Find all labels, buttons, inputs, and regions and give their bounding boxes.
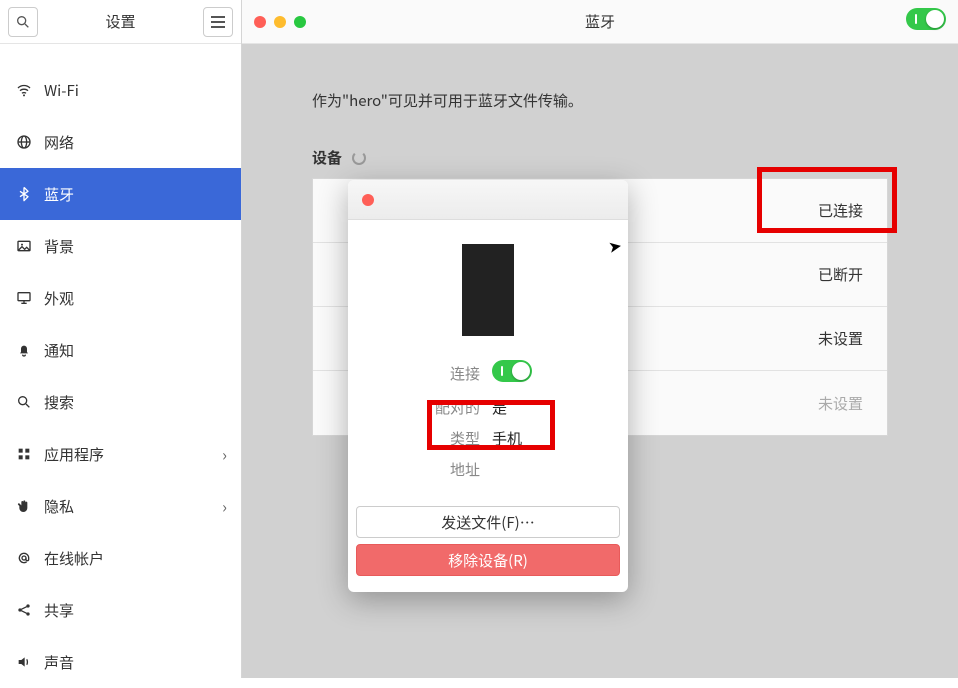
page-title: 蓝牙 xyxy=(585,11,615,32)
share-icon xyxy=(14,602,34,618)
sidebar-item-privacy[interactable]: 隐私 › xyxy=(0,480,241,532)
type-label: 类型 xyxy=(428,428,480,449)
minimize-window-button[interactable] xyxy=(274,16,286,28)
remove-device-button[interactable]: 移除设备(R) xyxy=(356,544,620,576)
image-icon xyxy=(14,238,34,254)
device-status: 已连接 xyxy=(818,200,863,221)
search-button[interactable] xyxy=(8,7,38,37)
visibility-message: 作为"hero"可见并可用于蓝牙文件传输。 xyxy=(312,90,888,111)
sidebar-item-bluetooth[interactable]: 蓝牙 xyxy=(0,168,241,220)
type-row: 类型 手机 xyxy=(368,428,608,449)
devices-heading: 设备 xyxy=(312,147,888,168)
loading-spinner-icon xyxy=(352,151,366,165)
dialog-header[interactable] xyxy=(348,180,628,220)
globe-icon xyxy=(14,134,34,150)
connection-label: 连接 xyxy=(428,363,480,384)
sidebar-item-label: Wi-Fi xyxy=(44,80,227,101)
search-icon xyxy=(15,14,31,30)
type-value: 手机 xyxy=(492,428,522,449)
device-status: 未设置 xyxy=(818,328,863,349)
sidebar-list: Wi-Fi 网络 蓝牙 背景 外观 通知 搜索 应用程序 › xyxy=(0,44,241,688)
sidebar-item-label: 声音 xyxy=(44,652,227,673)
devices-label: 设备 xyxy=(312,147,342,168)
paired-row: 配对的 是 xyxy=(368,397,608,418)
bluetooth-master-toggle[interactable] xyxy=(906,8,946,35)
sidebar-item-notifications[interactable]: 通知 xyxy=(0,324,241,376)
sidebar-item-label: 共享 xyxy=(44,600,227,621)
device-status: 已断开 xyxy=(818,264,863,285)
menu-button[interactable] xyxy=(203,7,233,37)
paired-label: 配对的 xyxy=(428,397,480,418)
dialog-body: 连接 配对的 是 类型 手机 地址 xyxy=(348,220,628,506)
settings-sidebar: 设置 Wi-Fi 网络 蓝牙 背景 外观 通知 xyxy=(0,0,242,678)
grid-icon xyxy=(14,446,34,462)
sidebar-item-label: 网络 xyxy=(44,132,227,153)
sidebar-item-network[interactable]: 网络 xyxy=(0,116,241,168)
sidebar-item-background[interactable]: 背景 xyxy=(0,220,241,272)
sidebar-item-applications[interactable]: 应用程序 › xyxy=(0,428,241,480)
sidebar-item-label: 通知 xyxy=(44,340,227,361)
sidebar-title: 设置 xyxy=(38,11,203,32)
chevron-right-icon: › xyxy=(222,442,227,466)
search-icon xyxy=(14,394,34,410)
close-window-button[interactable] xyxy=(254,16,266,28)
sidebar-item-label: 搜索 xyxy=(44,392,227,413)
sound-icon xyxy=(14,654,34,670)
sidebar-item-label: 隐私 xyxy=(44,496,222,517)
paired-value: 是 xyxy=(492,397,507,418)
connection-row: 连接 xyxy=(368,360,608,387)
sidebar-item-online-accounts[interactable]: 在线帐户 xyxy=(0,532,241,584)
sidebar-item-wifi[interactable]: Wi-Fi xyxy=(0,64,241,116)
sidebar-item-appearance[interactable]: 外观 xyxy=(0,272,241,324)
sidebar-header: 设置 xyxy=(0,0,241,44)
sidebar-item-sound[interactable]: 声音 xyxy=(0,636,241,688)
monitor-icon xyxy=(14,290,34,306)
bell-icon xyxy=(14,342,34,358)
sidebar-item-label: 背景 xyxy=(44,236,227,257)
send-file-button[interactable]: 发送文件(F)… xyxy=(356,506,620,538)
dialog-buttons: 发送文件(F)… 移除设备(R) xyxy=(348,506,628,592)
sidebar-item-search[interactable]: 搜索 xyxy=(0,376,241,428)
sidebar-item-label: 应用程序 xyxy=(44,444,222,465)
hamburger-icon xyxy=(211,16,225,18)
close-dialog-button[interactable] xyxy=(362,194,374,206)
main-header: 蓝牙 xyxy=(242,0,958,44)
sidebar-item-sharing[interactable]: 共享 xyxy=(0,584,241,636)
sidebar-item-label: 在线帐户 xyxy=(44,548,227,569)
device-status: 未设置 xyxy=(818,393,863,414)
at-icon xyxy=(14,550,34,566)
device-image xyxy=(462,244,514,336)
chevron-right-icon: › xyxy=(222,494,227,518)
window-controls xyxy=(254,16,306,28)
address-row: 地址 xyxy=(368,459,608,480)
connection-toggle[interactable] xyxy=(492,360,532,387)
bluetooth-icon xyxy=(14,186,34,202)
hand-icon xyxy=(14,498,34,514)
wifi-icon xyxy=(14,82,34,98)
device-details-dialog: 连接 配对的 是 类型 手机 地址 发送文件(F)… 移除设备(R) xyxy=(348,180,628,592)
address-label: 地址 xyxy=(428,459,480,480)
sidebar-item-label: 蓝牙 xyxy=(44,184,227,205)
maximize-window-button[interactable] xyxy=(294,16,306,28)
sidebar-item-label: 外观 xyxy=(44,288,227,309)
